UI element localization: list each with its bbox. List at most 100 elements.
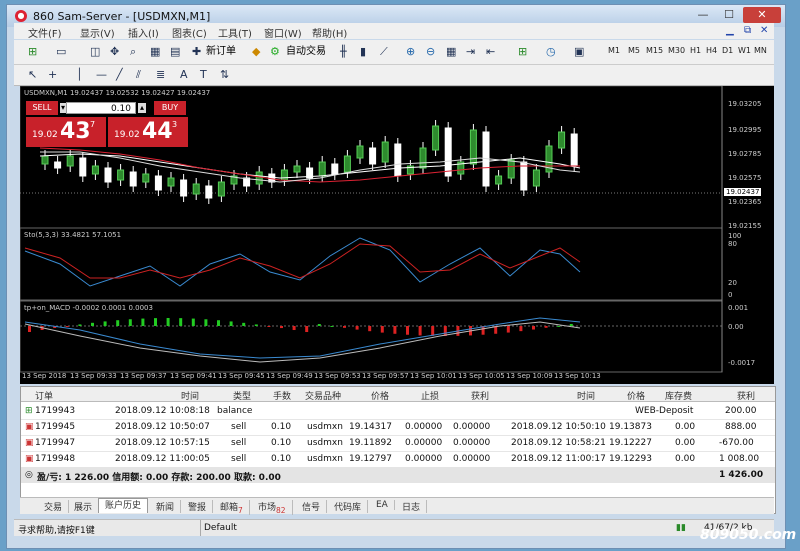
navigator-icon[interactable]: ✥ — [110, 44, 119, 60]
history-row[interactable]: ▣ 1719945 2018.09.12 10:50:07 sell 0.10 … — [21, 419, 775, 436]
new-order-icon[interactable]: ✚ — [192, 44, 201, 60]
candlestick-icon[interactable]: ▮ — [360, 44, 366, 60]
tf-w1[interactable]: W1 — [738, 46, 751, 55]
menu-file[interactable]: 文件(F) — [28, 25, 62, 40]
col-order[interactable]: 订单 — [35, 389, 53, 402]
col-lots[interactable]: 手数 — [273, 389, 291, 402]
chart-shift-icon[interactable]: ⇤ — [486, 44, 495, 60]
row-tp: 0.00000 — [453, 454, 491, 464]
history-row[interactable]: ▣ 1719948 2018.09.12 11:00:05 sell 0.10 … — [21, 451, 775, 468]
indicators-icon[interactable]: ⊞ — [518, 44, 527, 60]
col-type[interactable]: 类型 — [233, 389, 251, 402]
tab-trade[interactable]: 交易 — [38, 500, 70, 513]
tab-news[interactable]: 新闻 — [150, 500, 182, 513]
history-row[interactable]: ⊞ 1719943 2018.09.12 10:08:18 balance WE… — [21, 403, 775, 420]
periods-icon[interactable]: ◷ — [546, 44, 556, 60]
macd-bar — [569, 323, 573, 326]
menu-charts[interactable]: 图表(C) — [172, 25, 207, 40]
tab-label: 警报 — [188, 503, 207, 513]
col-profit[interactable]: 获利 — [737, 389, 755, 402]
minimize-button[interactable]: — — [691, 7, 715, 23]
col-close-time[interactable]: 时间 — [577, 389, 595, 402]
tf-m30[interactable]: M30 — [668, 46, 685, 55]
buy-button[interactable]: BUY — [154, 101, 186, 115]
tab-account-history[interactable]: 账户历史 — [98, 498, 149, 513]
col-symbol[interactable]: 交易品种 — [305, 389, 341, 402]
buy-quote[interactable]: 19.02 44 3 — [108, 117, 188, 147]
channel-icon[interactable]: ⫽ — [136, 67, 141, 83]
menu-window[interactable]: 窗口(W) — [264, 25, 302, 40]
maximize-button[interactable]: ☐ — [717, 7, 741, 23]
stoch-level-0: 0 — [728, 291, 733, 299]
terminal-header: 订单 时间 类型 手数 交易品种 价格 止损 获利 时间 价格 库存费 获利 — [21, 387, 775, 402]
tab-mailbox[interactable]: 邮箱7 — [214, 500, 250, 515]
close-button[interactable]: ✕ — [743, 7, 781, 23]
strategy-tester-icon[interactable]: ▤ — [170, 44, 180, 60]
menu-help[interactable]: 帮助(H) — [312, 25, 347, 40]
templates-icon[interactable]: ▣ — [574, 44, 584, 60]
zoom-in-icon[interactable]: ⊕ — [406, 44, 415, 60]
menu-view[interactable]: 显示(V) — [80, 25, 115, 40]
tab-journal[interactable]: 日志 — [396, 500, 428, 513]
metaeditor-icon[interactable]: ◆ — [252, 44, 260, 60]
col-swap[interactable]: 库存费 — [665, 389, 692, 402]
macd-bar — [292, 326, 296, 331]
row-price: 19.11892 — [349, 438, 392, 448]
tf-m1[interactable]: M1 — [608, 46, 620, 55]
col-price[interactable]: 价格 — [371, 389, 389, 402]
tab-code-base[interactable]: 代码库 — [328, 500, 369, 513]
terminal-icon[interactable]: ▦ — [150, 44, 160, 60]
autoscroll-icon[interactable]: ⇥ — [466, 44, 475, 60]
stoch-level-100: 100 — [728, 232, 742, 240]
col-tp[interactable]: 获利 — [471, 389, 489, 402]
sell-button[interactable]: SELL — [26, 101, 58, 115]
col-close-price[interactable]: 价格 — [627, 389, 645, 402]
macd-bar — [557, 325, 561, 327]
data-window-icon[interactable]: ⌕ — [130, 44, 136, 60]
macd-bar — [418, 326, 422, 336]
row-close-price: 19.13873 — [609, 422, 652, 432]
tf-h4[interactable]: H4 — [706, 46, 717, 55]
macd-bar — [254, 324, 258, 326]
tab-market[interactable]: 市场82 — [252, 500, 293, 515]
sell-quote[interactable]: 19.02 43 7 — [26, 117, 106, 147]
col-time[interactable]: 时间 — [181, 389, 199, 402]
menu-tools[interactable]: 工具(T) — [218, 25, 252, 40]
line-chart-icon[interactable]: ⟋ — [380, 44, 388, 60]
tab-alerts[interactable]: 警报 — [182, 500, 214, 513]
tab-exposure[interactable]: 展示 — [68, 500, 100, 513]
new-chart-icon[interactable]: ⊞ — [28, 44, 37, 60]
new-order-button[interactable]: 新订单 — [206, 44, 236, 60]
arrows-tool-icon[interactable]: ⇅ — [220, 67, 229, 83]
tf-m15[interactable]: M15 — [646, 46, 663, 55]
tab-signals[interactable]: 信号 — [296, 500, 328, 513]
history-row[interactable]: ▣ 1719947 2018.09.12 10:57:15 sell 0.10 … — [21, 435, 775, 452]
horizontal-line-icon[interactable]: — — [96, 67, 107, 83]
vertical-line-icon[interactable]: │ — [76, 67, 83, 83]
menu-insert[interactable]: 插入(I) — [128, 25, 159, 40]
crosshair-icon[interactable]: + — [48, 67, 57, 83]
mdi-restore-icon[interactable]: ⧉ — [744, 25, 751, 36]
auto-trading-button[interactable]: 自动交易 — [286, 44, 326, 60]
zoom-out-icon[interactable]: ⊖ — [426, 44, 435, 60]
tf-mn[interactable]: MN — [754, 46, 767, 55]
tf-d1[interactable]: D1 — [722, 46, 733, 55]
tab-experts[interactable]: EA — [370, 500, 395, 510]
cursor-icon[interactable]: ↖ — [28, 67, 37, 83]
profiles-icon[interactable]: ▭ — [56, 44, 66, 60]
tf-h1[interactable]: H1 — [690, 46, 701, 55]
text-label-icon[interactable]: T — [200, 67, 207, 83]
col-sl[interactable]: 止损 — [421, 389, 439, 402]
tf-m5[interactable]: M5 — [628, 46, 640, 55]
trendline-icon[interactable]: ╱ — [116, 67, 123, 83]
tile-windows-icon[interactable]: ▦ — [446, 44, 456, 60]
auto-trading-icon[interactable]: ⚙ — [270, 44, 280, 60]
lot-size-input[interactable]: 0.10 — [66, 102, 136, 114]
lot-increase-button[interactable]: ▴ — [138, 103, 146, 113]
mdi-close-icon[interactable]: ✕ — [760, 25, 768, 36]
bar-chart-icon[interactable]: ╫ — [340, 44, 347, 60]
mdi-minimize-icon[interactable]: ▁ — [726, 25, 734, 36]
text-tool-icon[interactable]: A — [180, 67, 188, 83]
fibonacci-icon[interactable]: ≣ — [156, 67, 165, 83]
market-watch-icon[interactable]: ◫ — [90, 44, 100, 60]
